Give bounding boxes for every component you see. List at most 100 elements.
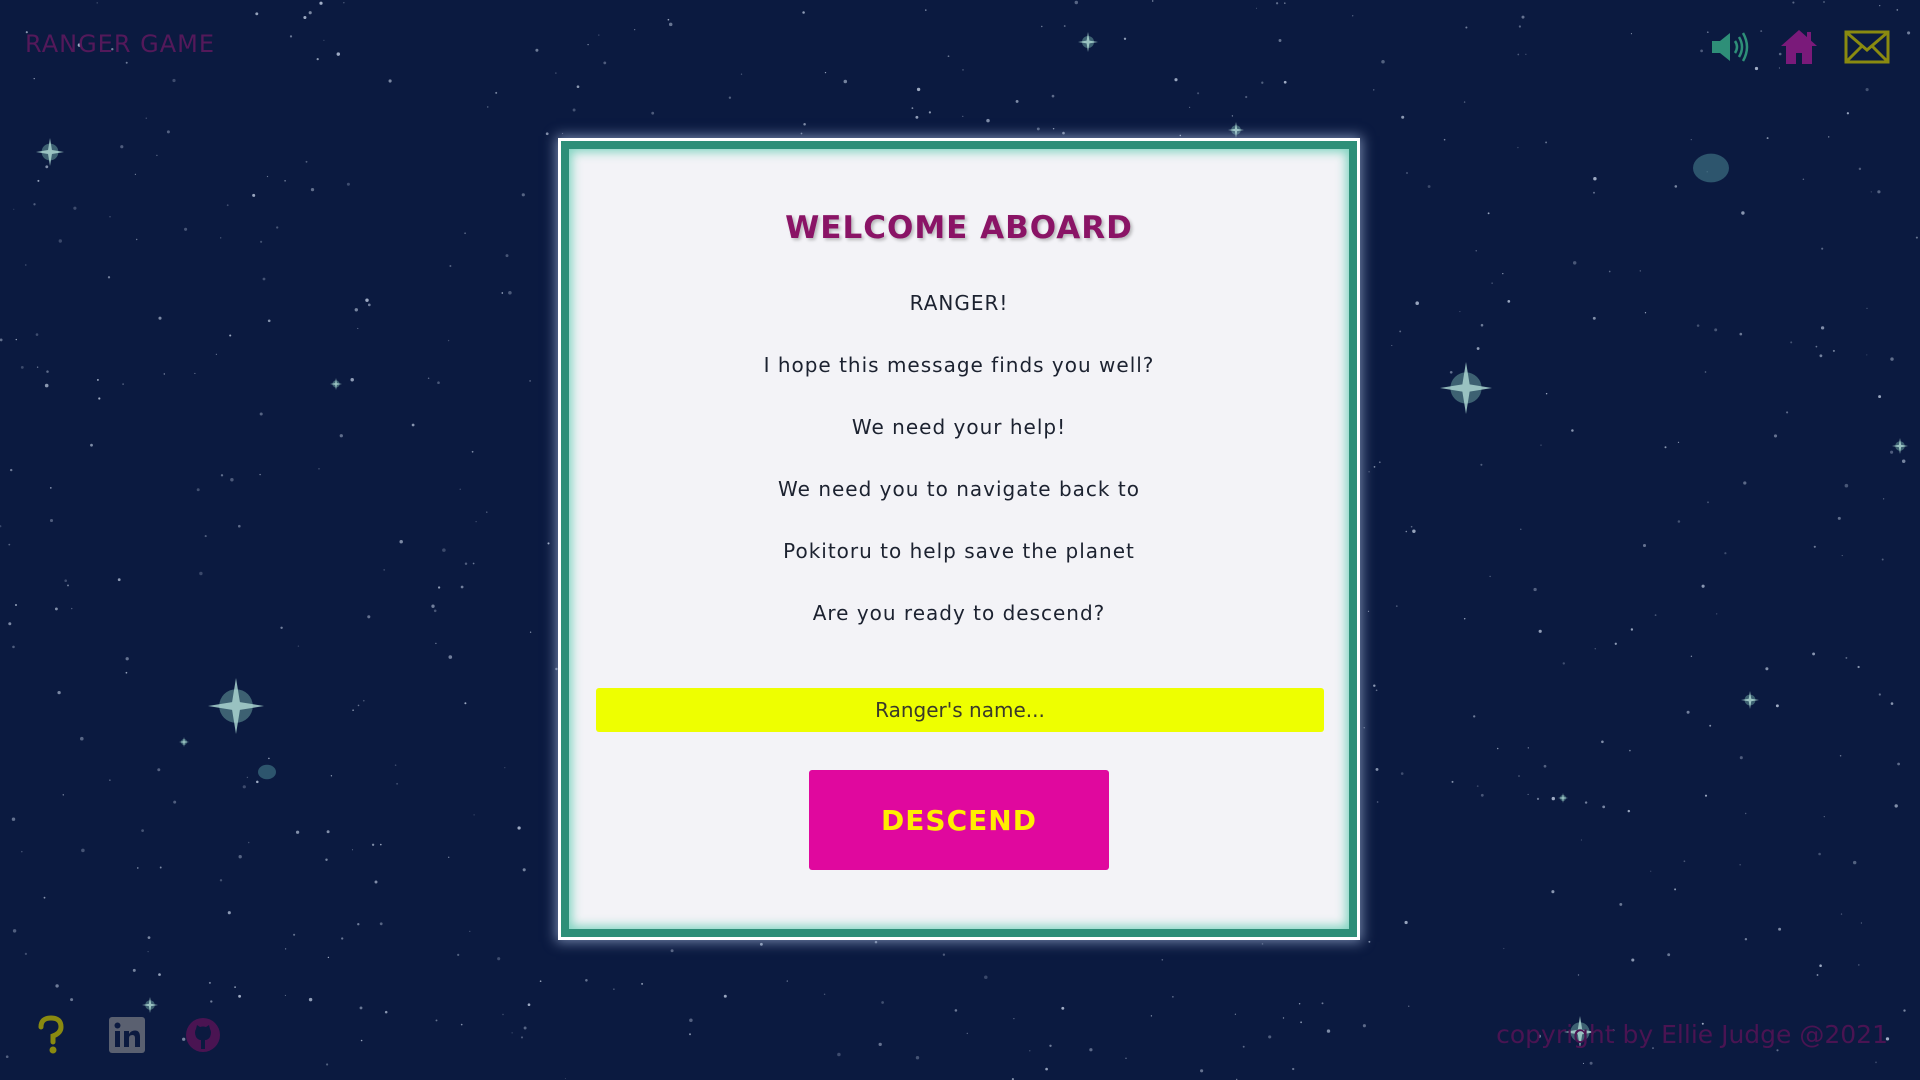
star-dot bbox=[1815, 345, 1818, 348]
sparkle-star bbox=[1078, 32, 1098, 52]
star-dot bbox=[8, 543, 11, 546]
star-dot bbox=[234, 986, 236, 988]
star-dot bbox=[634, 29, 636, 31]
star-dot bbox=[486, 511, 488, 513]
star-dot bbox=[147, 936, 151, 939]
star-dot bbox=[1765, 667, 1769, 671]
home-icon[interactable] bbox=[1776, 25, 1822, 69]
star-dot bbox=[511, 1032, 513, 1034]
star-dot bbox=[1375, 689, 1378, 692]
star-dot bbox=[473, 814, 475, 816]
star-dot bbox=[1242, 1045, 1245, 1048]
star-dot bbox=[1480, 323, 1484, 327]
star-dot bbox=[0, 525, 2, 528]
star-dot bbox=[1580, 839, 1582, 841]
star-dot bbox=[1631, 958, 1635, 962]
star-dot bbox=[260, 240, 263, 243]
star-dot bbox=[98, 397, 101, 400]
star-dot bbox=[1819, 354, 1823, 358]
star-dot bbox=[1903, 1009, 1906, 1012]
star-dot bbox=[1415, 301, 1419, 305]
linkedin-icon[interactable] bbox=[104, 1013, 150, 1057]
star-dot bbox=[383, 568, 386, 571]
star-dot bbox=[1716, 613, 1718, 615]
message-line: RANGER! bbox=[909, 291, 1009, 315]
star-dot bbox=[122, 383, 124, 385]
star-dot bbox=[323, 39, 325, 42]
star-dot bbox=[12, 929, 17, 933]
star-dot bbox=[1200, 1069, 1204, 1073]
star-dot bbox=[1890, 702, 1894, 705]
star-dot bbox=[460, 585, 464, 589]
star-dot bbox=[184, 227, 188, 231]
star-dot bbox=[587, 43, 589, 46]
star-dot bbox=[62, 794, 65, 796]
star-dot bbox=[1639, 270, 1642, 272]
star-dot bbox=[1551, 890, 1555, 894]
star-dot bbox=[501, 292, 504, 294]
star-dot bbox=[1858, 167, 1862, 171]
star-dot bbox=[1915, 236, 1918, 239]
star-dot bbox=[1538, 629, 1542, 633]
star-dot bbox=[1724, 552, 1727, 555]
star-dot bbox=[1704, 794, 1708, 797]
star-dot bbox=[1284, 2, 1286, 4]
star-dot bbox=[357, 327, 359, 329]
star-dot bbox=[125, 671, 128, 674]
star-dot bbox=[125, 657, 129, 661]
star-dot bbox=[947, 55, 950, 58]
envelope-icon[interactable] bbox=[1844, 25, 1890, 69]
speaker-icon[interactable] bbox=[1708, 25, 1754, 69]
star-dot bbox=[96, 378, 99, 381]
star-dot bbox=[125, 61, 128, 64]
star-dot bbox=[1881, 558, 1884, 561]
star-dot bbox=[459, 488, 461, 490]
star-dot bbox=[435, 1019, 438, 1022]
ranger-name-input[interactable] bbox=[596, 688, 1324, 732]
star-dot bbox=[210, 1000, 213, 1003]
question-icon[interactable] bbox=[28, 1013, 74, 1057]
star-dot bbox=[447, 339, 450, 342]
star-dot bbox=[1644, 312, 1647, 314]
github-icon[interactable] bbox=[180, 1013, 226, 1057]
star-dot bbox=[1627, 809, 1631, 813]
star-dot bbox=[1321, 1002, 1324, 1005]
star-dot bbox=[1700, 49, 1703, 53]
star-dot bbox=[1395, 605, 1398, 607]
star-dot bbox=[585, 979, 588, 982]
star-dot bbox=[1828, 136, 1830, 138]
star-dot bbox=[308, 997, 313, 1002]
star-dot bbox=[21, 850, 23, 853]
star-dot bbox=[471, 450, 474, 453]
star-dot bbox=[1786, 411, 1789, 414]
star-dot bbox=[351, 849, 354, 851]
sparkle-star bbox=[1228, 122, 1244, 138]
star-dot bbox=[1533, 587, 1537, 592]
star-dot bbox=[365, 298, 369, 302]
star-dot bbox=[1677, 520, 1681, 523]
star-dot bbox=[219, 879, 223, 882]
star-dot bbox=[1255, 7, 1258, 9]
star-dot bbox=[1860, 922, 1862, 924]
star-dot bbox=[346, 182, 350, 186]
star-dot bbox=[157, 768, 161, 772]
star-dot bbox=[447, 856, 450, 859]
star-dot bbox=[1562, 662, 1566, 665]
descend-button[interactable]: DESCEND bbox=[809, 770, 1109, 870]
star-dot bbox=[1745, 812, 1747, 815]
star-dot bbox=[1602, 805, 1606, 809]
star-dot bbox=[740, 73, 743, 75]
star-dot bbox=[464, 562, 468, 565]
star-dot bbox=[1527, 747, 1529, 749]
star-dot bbox=[1172, 996, 1174, 998]
star-dot bbox=[172, 78, 176, 83]
star-dot bbox=[1051, 94, 1055, 98]
star-dot bbox=[759, 942, 763, 946]
brand-title: RANGER GAME bbox=[25, 30, 216, 58]
star-dot bbox=[802, 11, 805, 14]
star-dot bbox=[1866, 354, 1868, 356]
star-dot bbox=[107, 276, 111, 279]
star-dot bbox=[1852, 860, 1857, 865]
star-dot bbox=[1883, 498, 1885, 500]
star-dot bbox=[1352, 15, 1354, 17]
